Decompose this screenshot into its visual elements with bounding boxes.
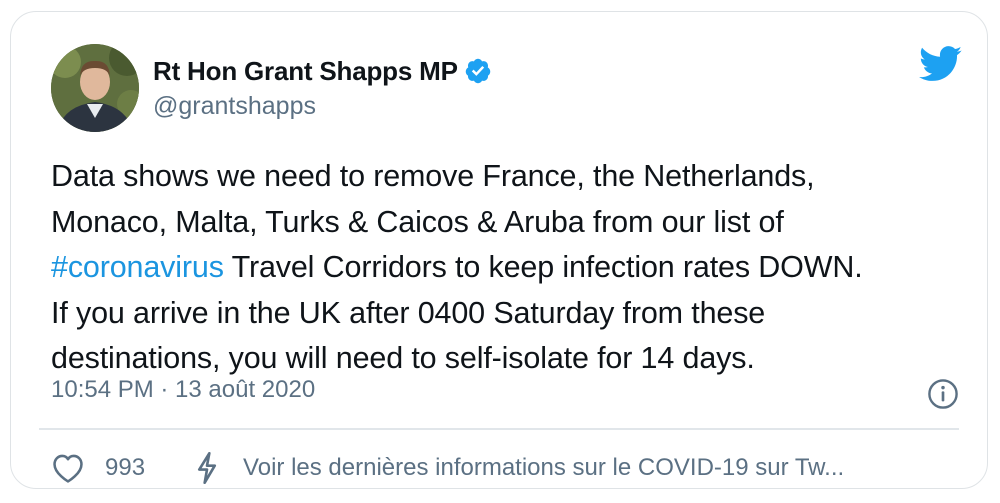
- tweet-line: #coronavirus Travel Corridors to keep in…: [51, 245, 981, 291]
- divider: [39, 428, 959, 430]
- tweet-text: Data shows we need to remove France, the…: [51, 154, 981, 382]
- author-block: Rt Hon Grant Shapps MP @grantshapps: [153, 54, 492, 121]
- tweet-line: Monaco, Malta, Turks & Caicos & Aruba fr…: [51, 204, 784, 239]
- info-icon[interactable]: [927, 378, 959, 410]
- tweet-card[interactable]: Rt Hon Grant Shapps MP @grantshapps Data…: [10, 11, 988, 489]
- timestamp[interactable]: 10:54 PM · 13 août 2020: [51, 376, 315, 404]
- hashtag-link[interactable]: #coronavirus: [51, 250, 224, 284]
- twitter-bird-icon[interactable]: [919, 46, 963, 82]
- handle[interactable]: @grantshapps: [153, 92, 492, 121]
- tweet-line: If you arrive in the UK after 0400 Satur…: [51, 295, 766, 330]
- action-bar: 993 Voir les dernières informations sur …: [51, 446, 844, 490]
- tweet-line-text: Travel Corridors to keep infection rates…: [223, 250, 863, 284]
- heart-icon[interactable]: [51, 452, 85, 484]
- display-name[interactable]: Rt Hon Grant Shapps MP: [153, 56, 458, 87]
- verified-badge-icon: [465, 58, 490, 84]
- avatar[interactable]: [51, 44, 139, 132]
- like-count[interactable]: 993: [105, 454, 145, 482]
- tweet-line: Data shows we need to remove France, the…: [51, 159, 815, 193]
- tweet-line: destinations, you will need to self-isol…: [51, 341, 755, 375]
- lightning-bolt-icon[interactable]: [193, 451, 221, 485]
- covid-info-link[interactable]: Voir les dernières informations sur le C…: [243, 454, 844, 482]
